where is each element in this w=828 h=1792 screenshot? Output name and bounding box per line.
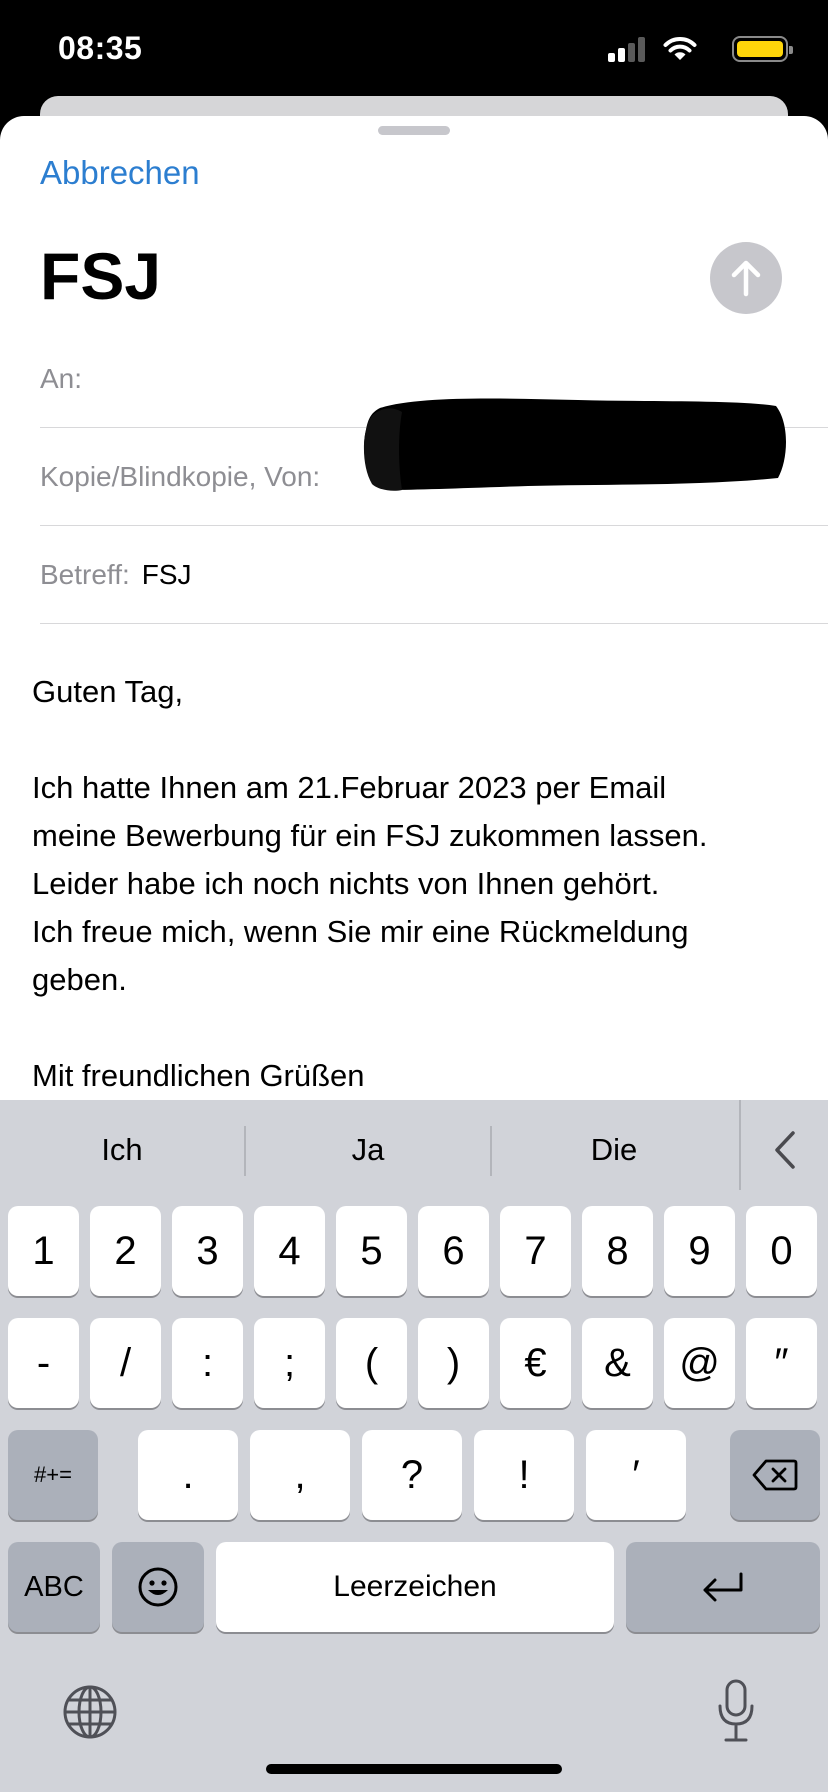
- battery-icon: [732, 36, 793, 62]
- body-line: Ich hatte Ihnen am 21.Februar 2023 per E…: [32, 770, 667, 805]
- chevron-left-icon: [774, 1131, 795, 1169]
- body-line: geben.: [32, 962, 127, 997]
- digit-key[interactable]: 4: [254, 1206, 325, 1296]
- status-bar: 08:35: [0, 0, 828, 100]
- body-closing: Mit freundlichen Grüßen: [32, 1058, 365, 1093]
- symbol-key[interactable]: :: [172, 1318, 243, 1408]
- digit-key[interactable]: 1: [8, 1206, 79, 1296]
- symbol-key[interactable]: &: [582, 1318, 653, 1408]
- body-line: Leider habe ich noch nichts von Ihnen ge…: [32, 866, 660, 901]
- digit-key[interactable]: 5: [336, 1206, 407, 1296]
- delete-key[interactable]: [730, 1430, 820, 1520]
- more-symbols-key[interactable]: #+=: [8, 1430, 98, 1520]
- status-time: 08:35: [58, 30, 143, 66]
- punctuation-key[interactable]: .: [138, 1430, 238, 1520]
- body-line: Ich freue mich, wenn Sie mir eine Rückme…: [32, 914, 689, 949]
- message-body[interactable]: Guten Tag, Ich hatte Ihnen am 21.Februar…: [32, 668, 812, 1100]
- to-label: An:: [40, 362, 83, 394]
- digit-key[interactable]: 6: [418, 1206, 489, 1296]
- punctuation-key[interactable]: ,: [250, 1430, 350, 1520]
- symbol-key[interactable]: @: [664, 1318, 735, 1408]
- digit-key[interactable]: 0: [746, 1206, 817, 1296]
- home-indicator: [266, 1764, 562, 1774]
- body-greeting: Guten Tag,: [32, 674, 184, 709]
- sheet-grabber[interactable]: [378, 126, 450, 135]
- redaction-mark: [363, 398, 786, 491]
- symbol-key[interactable]: ″: [746, 1318, 817, 1408]
- digit-key[interactable]: 2: [90, 1206, 161, 1296]
- return-key[interactable]: [626, 1542, 820, 1632]
- wifi-icon: [663, 37, 697, 60]
- body-line: meine Bewerbung für ein FSJ zukommen las…: [32, 818, 708, 853]
- microphone-icon[interactable]: [716, 1678, 756, 1744]
- digit-key[interactable]: 8: [582, 1206, 653, 1296]
- globe-icon[interactable]: [62, 1684, 118, 1740]
- symbol-key[interactable]: (: [336, 1318, 407, 1408]
- cellular-signal-icon: [608, 36, 648, 62]
- symbol-key[interactable]: €: [500, 1318, 571, 1408]
- subject-field[interactable]: Betreff: FSJ: [40, 526, 828, 624]
- arrow-up-icon: [731, 260, 761, 297]
- emoji-key[interactable]: [112, 1542, 204, 1632]
- emoji-icon: [138, 1567, 178, 1607]
- symbol-key[interactable]: ;: [254, 1318, 325, 1408]
- symbol-key[interactable]: -: [8, 1318, 79, 1408]
- digit-key[interactable]: 9: [664, 1206, 735, 1296]
- suggestion-2[interactable]: Ja: [246, 1100, 490, 1200]
- suggestion-3[interactable]: Die: [492, 1100, 736, 1200]
- compose-title: FSJ: [40, 239, 162, 313]
- subject-value[interactable]: FSJ: [142, 559, 192, 591]
- symbol-key[interactable]: ): [418, 1318, 489, 1408]
- digit-key[interactable]: 7: [500, 1206, 571, 1296]
- send-button[interactable]: [710, 242, 782, 314]
- abc-key[interactable]: ABC: [8, 1542, 100, 1632]
- symbol-key[interactable]: /: [90, 1318, 161, 1408]
- return-icon: [703, 1572, 743, 1602]
- delete-backward-icon: [752, 1459, 798, 1491]
- cancel-button[interactable]: Abbrechen: [40, 154, 200, 192]
- collapse-suggestions-button[interactable]: [741, 1100, 828, 1200]
- punctuation-key[interactable]: ′: [586, 1430, 686, 1520]
- subject-label: Betreff:: [40, 558, 130, 590]
- punctuation-key[interactable]: !: [474, 1430, 574, 1520]
- space-key[interactable]: Leerzeichen: [216, 1542, 614, 1632]
- suggestion-1[interactable]: Ich: [0, 1100, 244, 1200]
- keyboard: Ich Ja Die 1234567890 - /:;() € & @ ″ #+= .,?…: [0, 1100, 828, 1792]
- status-icons: [598, 36, 793, 62]
- digit-key[interactable]: 3: [172, 1206, 243, 1296]
- suggestion-bar: Ich Ja Die: [0, 1100, 828, 1200]
- punctuation-key[interactable]: ?: [362, 1430, 462, 1520]
- cc-label: Kopie/Blindkopie, Von:: [40, 460, 321, 492]
